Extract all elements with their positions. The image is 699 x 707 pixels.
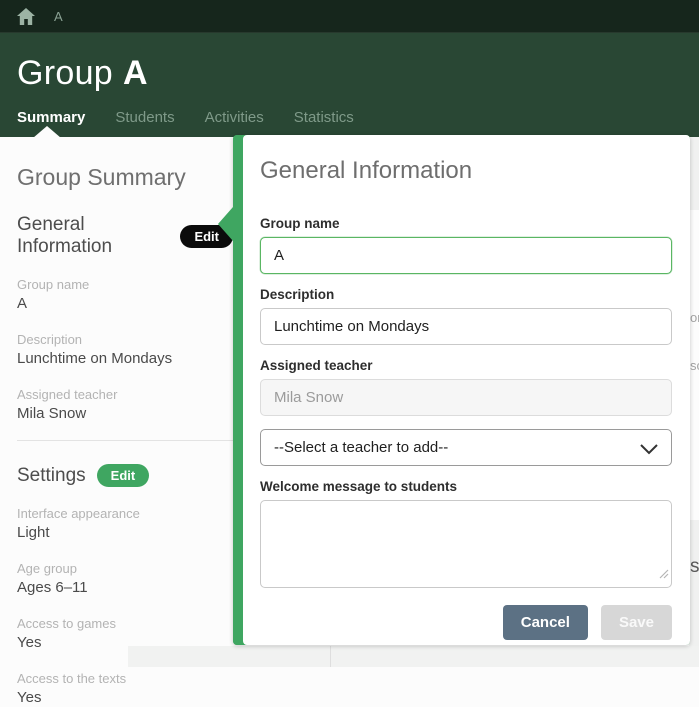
background-strip-top — [689, 137, 699, 210]
group-summary-title: Group Summary — [17, 164, 233, 191]
field-value: A — [17, 295, 233, 313]
tab-students[interactable]: Students — [115, 109, 174, 126]
field-label: Assigned teacher — [17, 387, 233, 402]
summary-field-age-group: Age group Ages 6–11 — [17, 561, 233, 597]
field-label: Access to the texts — [17, 671, 233, 686]
section-divider — [17, 440, 233, 441]
welcome-message-wrapper — [260, 500, 672, 588]
description-label: Description — [260, 287, 672, 302]
top-navigation-bar: A — [0, 0, 699, 33]
field-value: Lunchtime on Mondays — [17, 350, 233, 368]
field-label: Access to games — [17, 616, 233, 631]
page-title-group-name: A — [123, 54, 148, 92]
page-title-light: Group — [17, 54, 113, 92]
breadcrumb[interactable]: A — [54, 9, 63, 24]
summary-field-description: Description Lunchtime on Mondays — [17, 332, 233, 368]
group-name-label: Group name — [260, 216, 672, 231]
settings-heading: Settings — [17, 465, 86, 487]
tab-activities[interactable]: Activities — [205, 109, 264, 126]
summary-field-interface-appearance: Interface appearance Light — [17, 506, 233, 542]
clipped-background-text: st — [690, 556, 699, 578]
popover-form: General Information Group name Descripti… — [243, 135, 690, 645]
popover-pointer-arrow — [218, 207, 233, 241]
summary-field-group-name: Group name A — [17, 277, 233, 313]
field-label: Age group — [17, 561, 233, 576]
popover-button-row: Cancel Save — [260, 605, 672, 640]
field-value: Yes — [17, 689, 233, 707]
field-value: Ages 6–11 — [17, 579, 233, 597]
clipped-background-text: sc — [690, 358, 699, 373]
field-value: Yes — [17, 634, 233, 652]
tab-summary[interactable]: Summary — [17, 109, 85, 126]
field-value: Light — [17, 524, 233, 542]
field-value: Mila Snow — [17, 405, 233, 423]
teacher-select-wrapper: --Select a teacher to add-- — [260, 429, 672, 466]
background-strip-bottom — [689, 520, 699, 667]
welcome-message-textarea[interactable] — [260, 500, 672, 588]
cancel-button[interactable]: Cancel — [503, 605, 588, 640]
page-title: Group A — [17, 54, 148, 93]
home-icon[interactable] — [17, 8, 35, 25]
summary-field-access-to-texts: Access to the texts Yes — [17, 671, 233, 707]
background-column-divider — [330, 646, 331, 667]
summary-field-access-to-games: Access to games Yes — [17, 616, 233, 652]
field-label: Interface appearance — [17, 506, 233, 521]
save-button[interactable]: Save — [601, 605, 672, 640]
assigned-teacher-label: Assigned teacher — [260, 358, 672, 373]
general-information-section-header: General Information Edit — [17, 214, 233, 258]
description-input[interactable] — [260, 308, 672, 345]
welcome-message-label: Welcome message to students — [260, 479, 672, 494]
general-information-heading: General Information — [17, 214, 169, 258]
tab-bar: Summary Students Activities Statistics — [17, 109, 354, 126]
edit-settings-button[interactable]: Edit — [97, 464, 150, 487]
page-header: Group A Summary Students Activities Stati… — [0, 33, 699, 137]
summary-field-assigned-teacher: Assigned teacher Mila Snow — [17, 387, 233, 423]
popover-title: General Information — [260, 157, 672, 185]
field-label: Group name — [17, 277, 233, 292]
group-summary-panel: Group Summary General Information Edit G… — [17, 137, 233, 707]
assigned-teacher-input — [260, 379, 672, 416]
clipped-background-text: or — [690, 310, 699, 325]
teacher-select[interactable]: --Select a teacher to add-- — [260, 429, 672, 466]
field-label: Description — [17, 332, 233, 347]
tab-statistics[interactable]: Statistics — [294, 109, 354, 126]
settings-section-header: Settings Edit — [17, 464, 233, 487]
popover-accent-bar — [233, 135, 243, 645]
general-information-edit-popover: General Information Group name Descripti… — [233, 135, 690, 645]
group-name-input[interactable] — [260, 237, 672, 274]
